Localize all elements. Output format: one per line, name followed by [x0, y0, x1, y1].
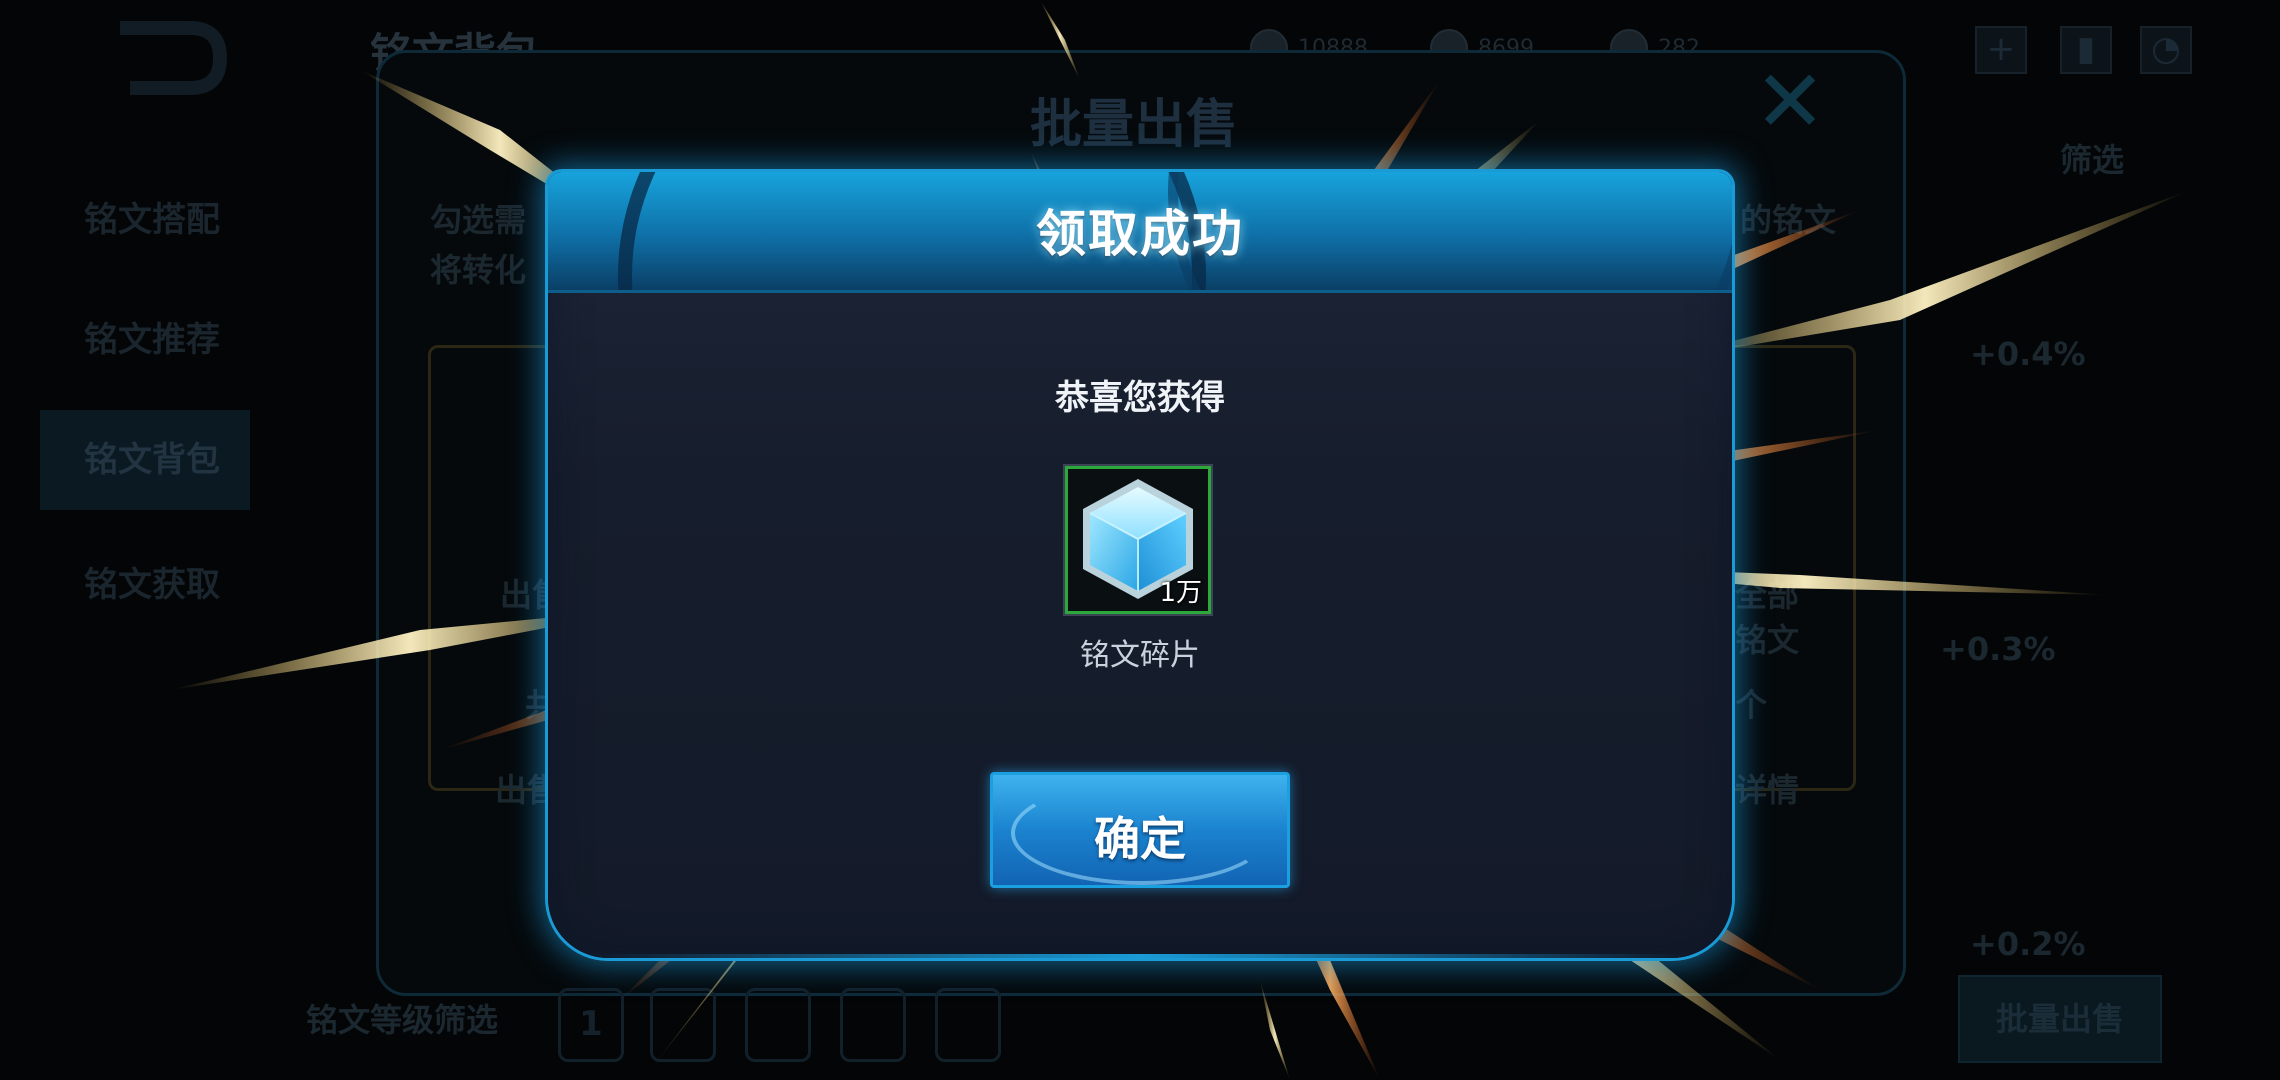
filter-level-1[interactable]: 1: [558, 988, 624, 1062]
close-icon[interactable]: ✕: [1750, 59, 1830, 145]
stat-value-2: +0.3%: [1940, 630, 2056, 668]
item-count: 1万: [1159, 578, 1202, 608]
reward-item-slot[interactable]: 1万: [1063, 464, 1213, 616]
hint-right: 的铭文: [1740, 201, 1837, 239]
confirm-button[interactable]: 确定: [990, 772, 1290, 888]
back-arrow-icon[interactable]: [100, 18, 250, 98]
stat-value-3: +0.2%: [1970, 925, 2086, 963]
batch-sell-button[interactable]: 批量出售: [1958, 975, 2162, 1063]
filter-top-label: 筛选: [2060, 141, 2125, 179]
filter-level-3[interactable]: [745, 988, 811, 1062]
right-card-text-2: 铭文: [1735, 621, 1800, 659]
add-icon[interactable]: +: [1975, 26, 2027, 74]
batch-sell-title: 批量出售: [1030, 95, 1239, 155]
sidebar-item-recommend[interactable]: 铭文推荐: [40, 290, 250, 390]
confirm-button-label: 确定: [1094, 812, 1186, 866]
wifi-icon: ◔: [2140, 26, 2192, 74]
filter-level-2[interactable]: [650, 988, 716, 1062]
level-filter-label: 铭文等级筛选: [306, 1001, 499, 1039]
stat-value-1: +0.4%: [1970, 335, 2086, 373]
filter-level-5[interactable]: [935, 988, 1001, 1062]
reward-success-dialog: 领取成功 恭喜您获得 1万 铭文碎片 确定: [548, 172, 1732, 958]
sidebar-item-loadout[interactable]: 铭文搭配: [40, 170, 250, 270]
signal-icon: ▮: [2060, 26, 2112, 74]
right-card-text-3: 个: [1735, 686, 1768, 724]
sidebar-item-obtain[interactable]: 铭文获取: [40, 535, 250, 635]
hint-line-2: 将转化: [430, 251, 527, 289]
hint-line-1: 勾选需: [430, 201, 527, 239]
dialog-header: 领取成功: [548, 172, 1732, 293]
dialog-title: 领取成功: [1036, 205, 1244, 263]
right-card-tab[interactable]: 详情: [1735, 765, 1799, 811]
right-card-text: 全部: [1735, 576, 1800, 614]
item-name: 铭文碎片: [1080, 638, 1200, 673]
sidebar-item-bag[interactable]: 铭文背包: [40, 410, 250, 510]
congrats-text: 恭喜您获得: [1055, 378, 1225, 418]
filter-level-4[interactable]: [840, 988, 906, 1062]
dialog-bottom-glow: [588, 954, 1692, 958]
